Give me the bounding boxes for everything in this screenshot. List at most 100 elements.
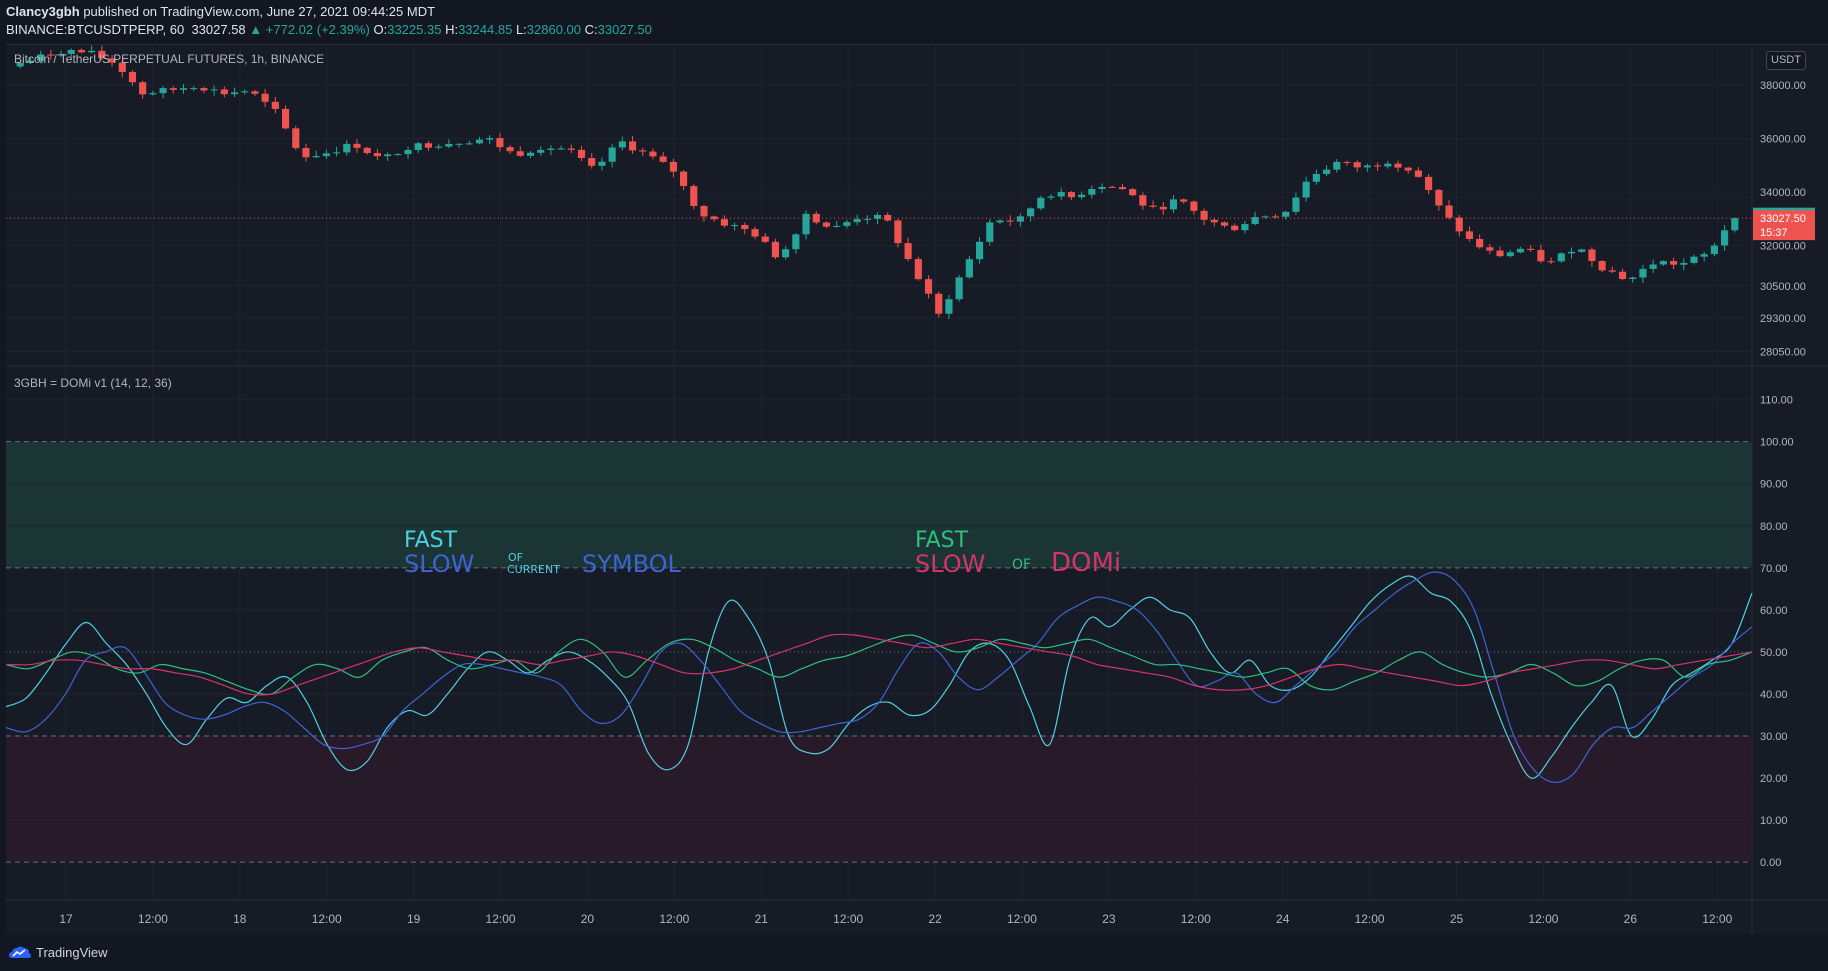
candle-body <box>1659 261 1667 265</box>
indicator-band <box>6 736 1752 863</box>
candle-body <box>669 161 677 172</box>
candle-body <box>241 91 249 93</box>
candle-body <box>1516 248 1525 253</box>
candle-body <box>465 143 473 145</box>
candle-body <box>220 89 228 95</box>
candle-body <box>924 279 933 294</box>
time-axis-label: 17 <box>59 912 73 926</box>
candle-body <box>1292 197 1300 212</box>
candle-body <box>230 92 239 95</box>
candle-body <box>1649 264 1657 269</box>
candle-body <box>1496 250 1504 257</box>
candle-body <box>986 222 994 242</box>
candle-body <box>1078 194 1086 198</box>
candle-body <box>996 220 1004 223</box>
candle-body <box>628 141 637 151</box>
candle-body <box>914 259 922 280</box>
candle-body <box>1618 271 1627 280</box>
candle-body <box>1537 249 1545 262</box>
candle-body <box>516 151 524 156</box>
legend-left-symbol: SYMBOL <box>582 550 681 578</box>
candle-body <box>955 277 963 300</box>
candle-body <box>1322 169 1331 174</box>
candle-body <box>302 148 310 158</box>
candle-body <box>935 293 943 314</box>
indicator-pane-title[interactable]: 3GBH = DOMi v1 (14, 12, 36) <box>14 376 172 390</box>
legend-right-of: OF <box>1012 557 1032 573</box>
candle-body <box>496 138 504 148</box>
price-pane-title: Bitcoin / TetherUS PERPETUAL FUTURES, 1h… <box>14 52 325 66</box>
price-scale-label: 36000.00 <box>1760 134 1806 146</box>
candle-body <box>1588 249 1596 262</box>
indicator-scale-label: 0.00 <box>1760 857 1781 869</box>
candle-body <box>1149 205 1157 207</box>
candle-body <box>690 186 698 206</box>
last-price-text: 33027.50 <box>1760 213 1806 225</box>
chart-canvas[interactable]: 17 12:00 18 12:00 19 12:00 20 12:00 21 12:00 22 12:… <box>0 0 1828 934</box>
candle-body <box>822 222 831 227</box>
candle-body <box>1557 253 1565 262</box>
time-axis-label: 12:00 <box>659 912 689 926</box>
time-axis-label: 26 <box>1624 912 1638 926</box>
candle-body <box>1731 218 1739 231</box>
currency-badge[interactable]: USDT <box>1766 51 1806 70</box>
price-scale-label: 28050.00 <box>1760 346 1806 358</box>
candle-body <box>567 148 575 150</box>
candle-body <box>802 213 810 235</box>
candle-body <box>1567 251 1576 254</box>
candle-body <box>1445 205 1453 218</box>
candle-body <box>1251 217 1259 225</box>
time-axis-label: 12:00 <box>312 912 342 926</box>
candle-body <box>1282 211 1290 217</box>
candle-body <box>343 143 351 153</box>
time-axis-label: 12:00 <box>833 912 863 926</box>
candle-body <box>1363 165 1371 168</box>
candle-body <box>363 147 371 154</box>
candle-body <box>1639 268 1647 278</box>
time-axis-label: 12:00 <box>138 912 168 926</box>
candles <box>16 45 1739 320</box>
candle-body <box>475 139 484 144</box>
candle-body <box>547 148 555 150</box>
time-axis-label: 12:00 <box>486 912 516 926</box>
candle-body <box>1027 208 1035 217</box>
candle-body <box>649 151 657 157</box>
candle-body <box>1210 219 1218 223</box>
candle-body <box>1006 220 1014 222</box>
candle-body <box>1333 161 1341 170</box>
time-axis-label: 20 <box>581 912 595 926</box>
time-axis-label: 21 <box>755 912 769 926</box>
candle-body <box>1374 165 1382 167</box>
candle-body <box>1118 187 1127 190</box>
candle-body <box>792 234 800 250</box>
candle-body <box>659 156 667 162</box>
time-axis-label: 12:00 <box>1355 912 1385 926</box>
candle-body <box>261 93 269 102</box>
footer-bar <box>0 934 1828 971</box>
price-scale-label: 34000.00 <box>1760 187 1806 199</box>
candle-body <box>1598 261 1606 271</box>
candle-body <box>139 82 147 95</box>
indicator-scale-label: 30.00 <box>1760 731 1788 743</box>
time-axis-label: 12:00 <box>1528 912 1558 926</box>
time-axis-label: 19 <box>407 912 421 926</box>
legend-right-slow: SLOW <box>915 550 986 578</box>
candle-body <box>853 219 861 223</box>
time-axis-label: 12:00 <box>1181 912 1211 926</box>
candle-body <box>741 225 749 230</box>
candle-body <box>1353 162 1361 168</box>
candle-body <box>1608 270 1616 272</box>
candle-body <box>149 93 157 95</box>
time-axis-label: 23 <box>1102 912 1116 926</box>
candle-body <box>965 259 973 278</box>
candle-body <box>1414 170 1422 177</box>
candle-body <box>731 225 739 227</box>
candle-body <box>1690 256 1698 263</box>
candle-body <box>251 91 259 94</box>
candle-body <box>455 143 463 145</box>
tradingview-logo[interactable]: TradingView <box>8 944 108 960</box>
candle-body <box>1302 181 1310 198</box>
candle-body <box>1098 186 1106 189</box>
candle-body <box>1271 216 1280 218</box>
indicator-scale-label: 60.00 <box>1760 605 1788 617</box>
